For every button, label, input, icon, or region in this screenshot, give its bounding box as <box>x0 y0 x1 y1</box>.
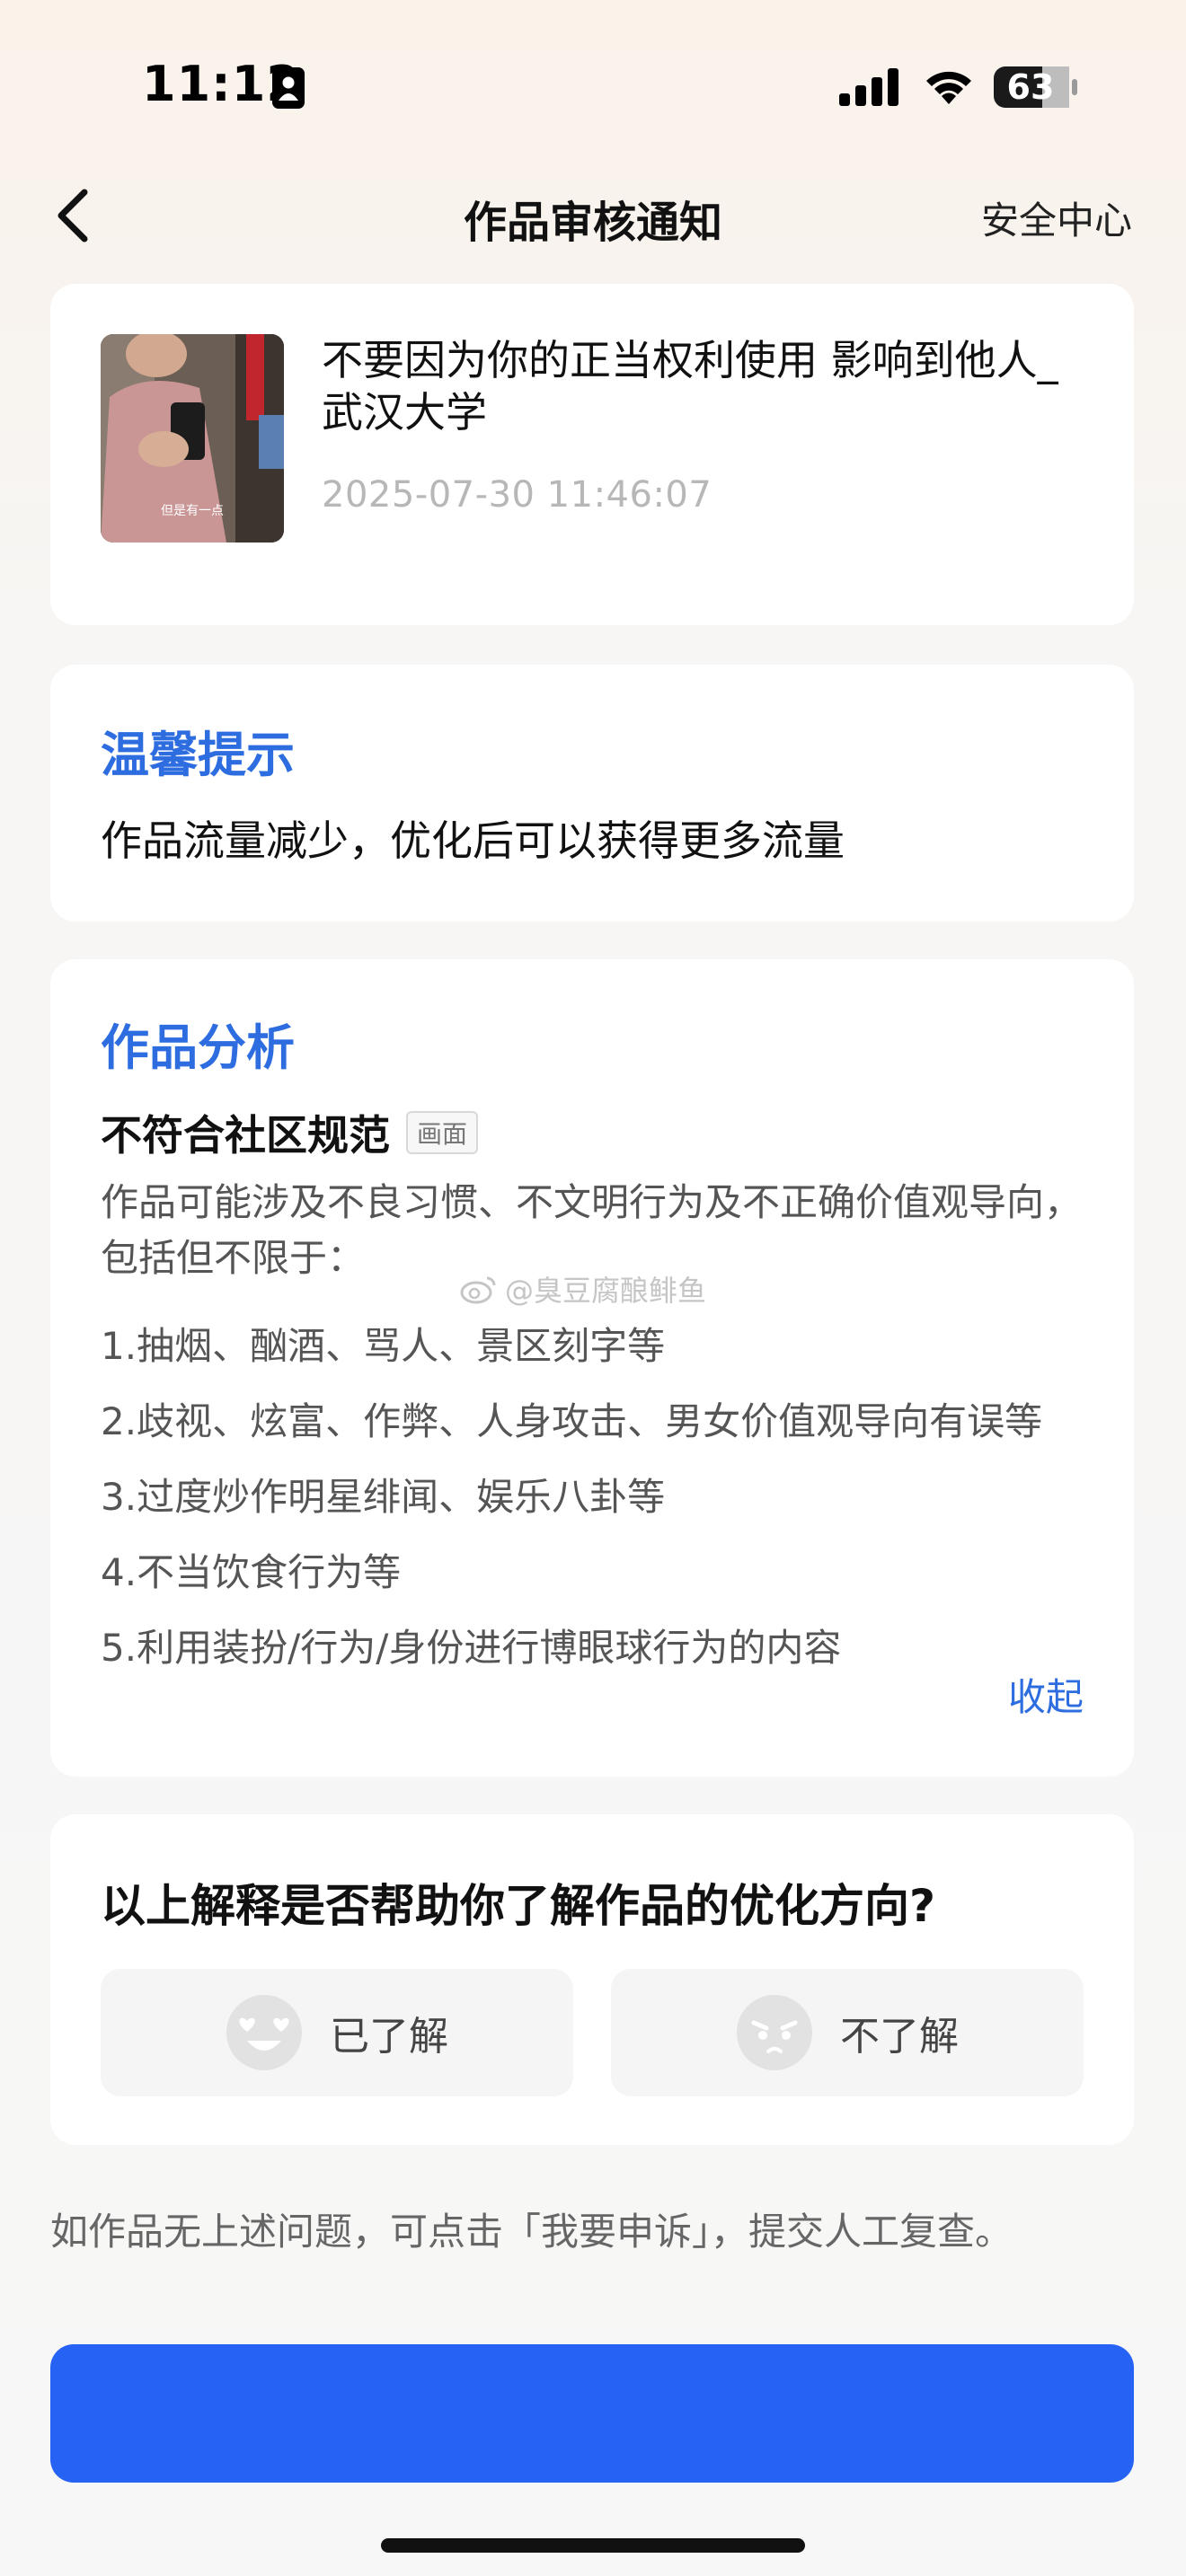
heart-eyes-emoji-icon <box>226 1995 302 2070</box>
tip-heading: 温馨提示 <box>101 727 295 783</box>
page: 11:12 63 作品审核通知 安全中心 但是有一点 不要因为你的正当权利使用 … <box>0 0 1186 2576</box>
video-title[interactable]: 不要因为你的正当权利使用 影响到他人_ 武汉大学 <box>322 334 1094 438</box>
violation-row: 不符合社区规范 画面 <box>101 1103 479 1162</box>
feedback-card: 以上解释是否帮助你了解作品的优化方向? 已了解 不了解 <box>50 1814 1134 2145</box>
appeal-note: 如作品无上述问题，可点击「我要申诉」，提交人工复查。 <box>50 2210 1013 2254</box>
contact-card-icon <box>272 67 305 109</box>
thumbnail-caption: 但是有一点 <box>161 504 224 518</box>
analysis-heading: 作品分析 <box>101 1019 295 1076</box>
security-center-link[interactable]: 安全中心 <box>981 190 1132 245</box>
analysis-card: 作品分析 不符合社区规范 画面 作品可能涉及不良习惯、不文明行为及不正确价值观导… <box>50 959 1134 1777</box>
feedback-question: 以上解释是否帮助你了解作品的优化方向? <box>101 1880 936 1932</box>
not-understood-button[interactable]: 不了解 <box>611 1969 1084 2096</box>
not-understood-label: 不了解 <box>840 2014 959 2060</box>
video-thumbnail[interactable]: 但是有一点 <box>101 334 284 543</box>
wifi-icon <box>926 71 971 104</box>
understood-label: 已了解 <box>330 2014 448 2060</box>
tip-text: 作品流量减少，优化后可以获得更多流量 <box>101 816 845 865</box>
list-item: 5.利用装扮/行为/身份进行博眼球行为的内容 <box>101 1626 842 1670</box>
list-item: 3.过度炒作明星绯闻、娱乐八卦等 <box>101 1475 666 1519</box>
frown-emoji-icon <box>737 1995 812 2070</box>
status-bar: 11:12 63 <box>0 0 1186 171</box>
list-item: 2.歧视、炫富、作弊、人身攻击、男女价值观导向有误等 <box>101 1399 1043 1443</box>
understood-button[interactable]: 已了解 <box>101 1969 573 2096</box>
home-indicator[interactable] <box>381 2538 805 2553</box>
list-item: 4.不当饮食行为等 <box>101 1550 402 1594</box>
chevron-left-icon[interactable] <box>47 180 101 251</box>
cellular-signal-icon <box>839 68 898 106</box>
analysis-description: 作品可能涉及不良习惯、不文明行为及不正确价值观导向，包括但不限于： <box>101 1180 1083 1280</box>
battery-level: 63 <box>1006 67 1055 107</box>
analysis-list: 1.抽烟、酗酒、骂人、景区刻字等 2.歧视、炫富、作弊、人身攻击、男女价值观导向… <box>101 1319 1098 1696</box>
list-item: 1.抽烟、酗酒、骂人、景区刻字等 <box>101 1324 666 1368</box>
tip-card: 温馨提示 作品流量减少，优化后可以获得更多流量 <box>50 665 1134 922</box>
violation-tag: 画面 <box>406 1111 479 1154</box>
collapse-button[interactable]: 收起 <box>1008 1667 1084 1722</box>
video-timestamp: 2025-07-30 11:46:07 <box>322 474 712 516</box>
video-card[interactable]: 但是有一点 不要因为你的正当权利使用 影响到他人_ 武汉大学 2025-07-3… <box>50 284 1134 625</box>
violation-title: 不符合社区规范 <box>101 1111 390 1160</box>
appeal-button[interactable] <box>50 2344 1134 2483</box>
